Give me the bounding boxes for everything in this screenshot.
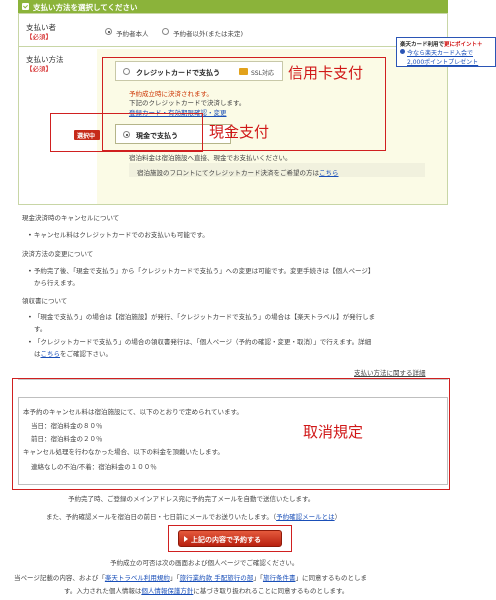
receipt-heading: 領収書について — [22, 297, 68, 305]
cancel-heading: 現金決済時のキャンセルについて — [22, 214, 120, 222]
confirm-mail-link[interactable]: 予約確認メールとは — [276, 513, 335, 521]
cash-note: 宿泊料金は宿泊施設へ直接、現金でお支払いください。 — [129, 154, 292, 162]
submit-reservation-button[interactable]: 上記の内容で予約する — [178, 530, 282, 547]
credit-annotation-label: 信用卡支付 — [288, 64, 364, 82]
terms-link-travel[interactable]: 楽天トラベル利用規約 — [105, 574, 170, 582]
receipt-item-2b: はこちらをご確認下さい。 — [34, 350, 112, 358]
promo-line-2[interactable]: 今なら楽天カード入会で — [407, 48, 473, 57]
frontdesk-link[interactable]: こちら — [319, 169, 339, 177]
privacy-policy-link[interactable]: 個人情報保護方針 — [141, 587, 193, 595]
terms-line-1: 当ページ記載の内容、および「楽天トラベル利用規約」「旅行業約款 手配旅行の部」「… — [14, 574, 367, 582]
rakuten-card-promo[interactable]: 楽天カード利用で更にポイント＋ 今なら楽天カード入会で 2,000ポイントプレゼ… — [396, 37, 496, 67]
cancel-annotation-label: 取消規定 — [303, 423, 364, 441]
submit-label[interactable]: 上記の内容で予約する — [191, 535, 261, 545]
cash-annotation-frame — [50, 113, 203, 152]
row-divider — [19, 204, 447, 205]
terms-line-2: す。入力された個人情報は個人情報保護方針に基づき取り扱われることに同意するものと… — [64, 587, 349, 595]
frontdesk-box: 宿泊施設のフロントにてクレジットカード決済をご希望の方はこちら — [129, 163, 425, 177]
section-header: 支払い方法を選択してください — [18, 0, 448, 13]
receipt-detail-link[interactable]: こちら — [41, 350, 61, 358]
payer-other-radio[interactable] — [162, 28, 169, 35]
change-item-1: • 予約完了後、「現金で支払う」から「クレジットカードで支払う」への変更は可能で… — [28, 267, 375, 275]
section-title: 支払い方法を選択してください — [33, 3, 138, 12]
promo-line-3[interactable]: 2,000ポイントプレゼント — [407, 57, 478, 66]
receipt-item-1b: す。 — [34, 325, 47, 333]
cancel-item: • キャンセル料はクレジットカードでのお支払いも可能です。 — [28, 231, 209, 239]
change-heading: 決済方法の変更について — [22, 250, 94, 258]
frontdesk-text: 宿泊施設のフロントにてクレジットカード決済をご希望の方はこちら — [137, 169, 339, 177]
change-item-2: から行えます。 — [34, 279, 79, 287]
terms-link-conditions[interactable]: 旅行条件書 — [263, 574, 296, 582]
confirm-note: 予約成立の可否は次の画面および個人ページでご確認ください。 — [110, 559, 299, 567]
cancel-annotation-frame — [12, 378, 450, 490]
payer-other-label[interactable]: 予約者以外(または未定) — [173, 28, 243, 38]
payer-self-radio[interactable] — [105, 28, 112, 35]
row-divider — [19, 46, 447, 47]
mail-note-1: 予約完了時、ご登録のメインアドレス宛に予約完了メールを自動で送信いたします。 — [68, 495, 315, 503]
checkmark-icon — [22, 3, 29, 10]
payer-self-label[interactable]: 予約者本人 — [116, 28, 149, 38]
payment-detail-link[interactable]: 支払い方法に関する詳細 — [354, 367, 426, 377]
receipt-item-2: • 「クレジットカードで支払う」の場合の領収書発行は、「個人ページ（予約の確認・… — [28, 338, 372, 346]
payment-method-required: 【必須】 — [26, 65, 52, 73]
play-arrow-icon — [184, 536, 188, 542]
payer-required: 【必須】 — [26, 33, 52, 41]
promo-line-1: 楽天カード利用で更にポイント＋ — [400, 42, 483, 48]
terms-link-agency[interactable]: 旅行業約款 手配旅行の部 — [180, 574, 254, 582]
mail-note-2: また、予約確認メールを宿泊日の前日・七日前にメールでお送りいたします。（予約確認… — [46, 513, 342, 521]
arrow-bullet-icon — [400, 49, 405, 54]
receipt-item-1: • 「現金で支払う」の場合は【宿泊施設】が発行、「クレジットカードで支払う」の場… — [28, 313, 376, 321]
cash-annotation-label: 現金支付 — [209, 123, 270, 141]
